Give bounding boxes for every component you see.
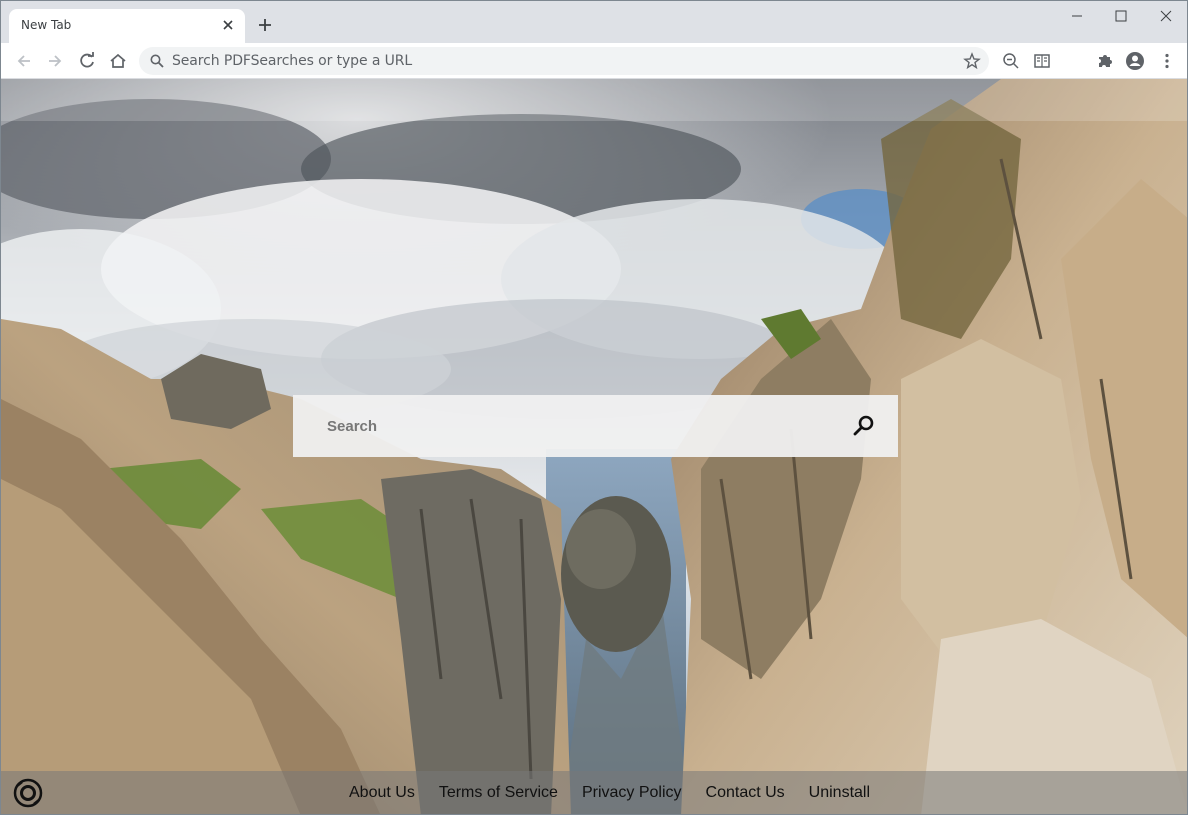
footer-link-uninstall[interactable]: Uninstall (809, 784, 870, 802)
footer-link-contact-us[interactable]: Contact Us (706, 784, 785, 802)
footer-link-privacy-policy[interactable]: Privacy Policy (582, 784, 682, 802)
close-window-icon[interactable] (1156, 6, 1176, 26)
profile-icon[interactable] (1125, 51, 1145, 71)
toolbar: Search PDFSearches or type a URL (1, 43, 1187, 79)
maximize-icon[interactable] (1111, 6, 1131, 26)
search-box (293, 395, 898, 457)
footer-links: About Us Terms of Service Privacy Policy… (337, 784, 882, 802)
omnibox[interactable]: Search PDFSearches or type a URL (139, 47, 989, 75)
omnibox-placeholder: Search PDFSearches or type a URL (172, 53, 413, 69)
footer-link-terms-of-service[interactable]: Terms of Service (439, 784, 558, 802)
star-icon[interactable] (963, 52, 981, 70)
puzzle-icon[interactable] (1095, 51, 1115, 71)
home-icon[interactable] (108, 51, 128, 71)
forward-arrow-icon[interactable] (45, 51, 65, 71)
brand-logo-icon[interactable] (13, 778, 43, 808)
minimize-icon[interactable] (1067, 6, 1087, 26)
close-icon[interactable] (219, 16, 237, 34)
browser-window: New Tab Search PDFSearches or type a URL… (0, 0, 1188, 815)
reload-icon[interactable] (77, 51, 97, 71)
footer: About Us Terms of Service Privacy Policy… (1, 771, 1187, 814)
reading-mode-icon[interactable] (1032, 51, 1052, 71)
top-band (1, 79, 1187, 121)
zoom-out-icon[interactable] (1001, 51, 1021, 71)
search-icon (150, 54, 164, 68)
search-input[interactable] (293, 395, 833, 457)
search-icon[interactable] (852, 414, 876, 438)
plus-icon[interactable] (256, 16, 274, 34)
tab-title: New Tab (21, 18, 72, 32)
tab-strip: New Tab (1, 1, 1187, 43)
tab-new-tab[interactable]: New Tab (9, 9, 245, 43)
back-arrow-icon[interactable] (14, 51, 34, 71)
page-content: About Us Terms of Service Privacy Policy… (1, 79, 1187, 814)
footer-link-about-us[interactable]: About Us (349, 784, 415, 802)
kebab-menu-icon[interactable] (1157, 51, 1177, 71)
